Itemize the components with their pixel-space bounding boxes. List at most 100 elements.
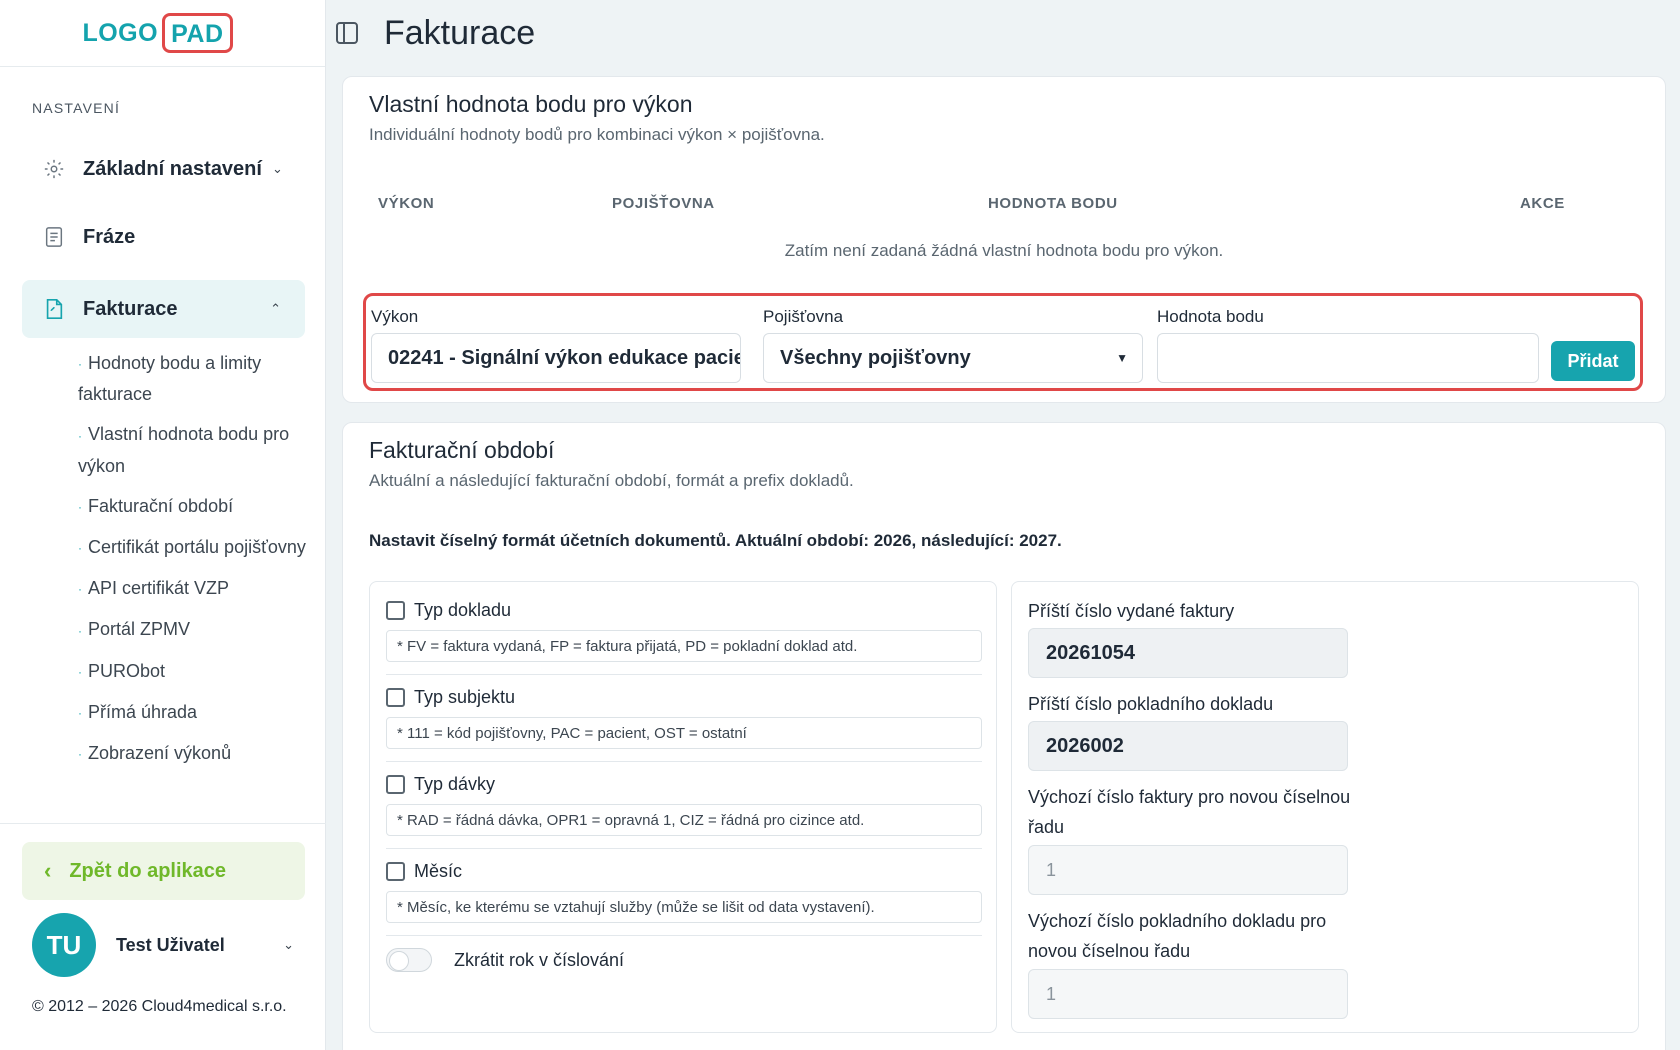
invoice-icon (42, 297, 66, 321)
column-header-hodnota: HODNOTA BODU (988, 195, 1118, 212)
doc-type-hint: * FV = faktura vydaná, FP = faktura přij… (386, 630, 982, 662)
batch-type-hint: * RAD = řádná dávka, OPR1 = opravná 1, C… (386, 804, 982, 836)
back-to-app-label: Zpět do aplikace (69, 859, 227, 882)
sidebar-divider (0, 823, 326, 824)
submenu-item-api-cert[interactable]: · API certifikát VZP (78, 573, 308, 604)
card-subtitle: Individuální hodnoty bodů pro kombinaci … (369, 125, 825, 144)
submenu-item-direct-payment[interactable]: · Přímá úhrada (78, 697, 308, 728)
shorten-year-label: Zkrátit rok v číslování (454, 949, 625, 970)
batch-type-label: Typ dávky (414, 773, 496, 794)
option-doc-type: Typ dokladu * FV = faktura vydaná, FP = … (386, 596, 982, 675)
sidebar: LOGO PAD NASTAVENÍ Základní nastavení ⌄ … (0, 0, 326, 1050)
add-button[interactable]: Přidat (1551, 341, 1635, 381)
bullet-icon: · (78, 357, 82, 372)
shorten-year-toggle[interactable] (386, 948, 432, 972)
vykon-label: Výkon (371, 307, 419, 326)
submenu-item-point-values[interactable]: · Hodnoty bodu a limity fakturace (78, 348, 308, 409)
copyright: © 2012 – 2026 Cloud4medical s.r.o. (32, 998, 287, 1015)
shorten-year-toggle-row[interactable]: Zkrátit rok v číslování (386, 948, 624, 972)
bullet-icon: · (78, 428, 82, 443)
submenu-item-purobot[interactable]: · PURObot (78, 656, 308, 687)
number-settings-box: Příští číslo vydané faktury 20261054 Pří… (1011, 581, 1639, 1033)
sidebar-item-label: Základní nastavení (83, 157, 262, 180)
gear-icon (42, 157, 66, 181)
sidebar-item-label: Fakturace (83, 297, 178, 320)
caret-down-icon: ▼ (1116, 351, 1128, 365)
sidebar-toggle-icon[interactable] (336, 22, 358, 44)
month-checkbox-row[interactable]: Měsíc (386, 857, 982, 885)
logo-area: LOGO PAD (0, 0, 325, 67)
default-cash-label: Výchozí číslo pokladního dokladu pro nov… (1028, 911, 1327, 961)
month-label: Měsíc (414, 860, 463, 881)
divider (386, 935, 982, 936)
avatar: TU (32, 913, 96, 977)
pojistovna-select[interactable]: Všechny pojišťovny ▼ (763, 333, 1143, 383)
doc-type-checkbox[interactable] (386, 600, 405, 620)
submenu-item-custom-point[interactable]: · Vlastní hodnota bodu pro výkon (78, 419, 308, 480)
bullet-icon: · (78, 664, 82, 679)
default-cash-field[interactable]: 1 (1028, 969, 1348, 1019)
bullet-icon: · (78, 541, 82, 555)
vykon-select[interactable]: 02241 - Signální výkon edukace pacienta (371, 333, 741, 383)
card-subtitle: Aktuální a následující fakturační období… (369, 471, 854, 490)
batch-type-checkbox[interactable] (386, 774, 405, 794)
logo[interactable]: LOGO PAD (82, 13, 233, 53)
next-invoice-label: Příští číslo vydané faktury (1028, 601, 1235, 621)
sidebar-item-billing[interactable]: Fakturace ⌃ (22, 280, 305, 338)
submenu-item-portal-zpmv[interactable]: · Portál ZPMV (78, 614, 308, 645)
next-cash-field[interactable]: 2026002 (1028, 721, 1348, 771)
column-header-pojistovna: POJIŠŤOVNA (612, 195, 715, 212)
arrow-left-icon: ‹ (44, 858, 52, 883)
next-cash-label: Příští číslo pokladního dokladu (1028, 694, 1274, 714)
bullet-icon: · (78, 706, 82, 720)
user-menu[interactable]: TU Test Uživatel ⌄ (32, 913, 300, 977)
sidebar-section-label: NASTAVENÍ (32, 100, 121, 116)
logo-badge: PAD (162, 13, 233, 53)
pojistovna-label: Pojišťovna (763, 307, 844, 326)
column-header-akce: AKCE (1520, 195, 1565, 212)
option-month: Měsíc * Měsíc, ke kterému se vztahují sl… (386, 857, 982, 936)
chevron-down-icon: ⌄ (283, 937, 294, 952)
bullet-icon: · (78, 582, 82, 597)
card-title: Vlastní hodnota bodu pro výkon (369, 91, 693, 117)
back-to-app-button[interactable]: ‹ Zpět do aplikace (22, 842, 305, 900)
option-subject-type: Typ subjektu * 111 = kód pojišťovny, PAC… (386, 683, 982, 762)
subject-type-hint: * 111 = kód pojišťovny, PAC = pacient, O… (386, 717, 982, 749)
card-title: Fakturační období (369, 437, 555, 463)
chevron-up-icon: ⌃ (270, 301, 281, 316)
billing-submenu: · Hodnoty bodu a limity fakturace · Vlastn… (78, 348, 308, 779)
doc-type-checkbox-row[interactable]: Typ dokladu (386, 596, 982, 624)
subject-type-label: Typ subjektu (414, 686, 516, 707)
divider (386, 848, 982, 849)
custom-point-card: Vlastní hodnota bodu pro výkon Individuá… (342, 76, 1666, 403)
vykon-select-value: 02241 - Signální výkon edukace pacienta (388, 346, 741, 369)
sidebar-item-label: Fráze (83, 225, 136, 248)
column-header-vykon: VÝKON (378, 195, 435, 212)
pojistovna-select-value: Všechny pojišťovny (780, 346, 971, 369)
bullet-icon: · (78, 747, 82, 762)
subject-type-checkbox[interactable] (386, 687, 405, 707)
sidebar-item-phrases[interactable]: Fráze (22, 208, 305, 266)
page-title: Fakturace (384, 14, 536, 52)
subject-type-checkbox-row[interactable]: Typ subjektu (386, 683, 982, 711)
submenu-item-billing-period[interactable]: · Fakturační období (78, 491, 308, 522)
document-icon (42, 225, 66, 249)
logo-text: LOGO (82, 18, 159, 47)
bullet-icon: · (78, 623, 82, 638)
doc-type-label: Typ dokladu (414, 599, 512, 620)
hodnota-input[interactable] (1157, 333, 1539, 383)
divider (386, 761, 982, 762)
default-invoice-field[interactable]: 1 (1028, 845, 1348, 895)
next-invoice-field[interactable]: 20261054 (1028, 628, 1348, 678)
format-description: Nastavit číselný formát účetních dokumen… (369, 531, 1062, 550)
empty-table-message: Zatím není zadaná žádná vlastní hodnota … (784, 241, 1224, 260)
submenu-item-procedure-display[interactable]: · Zobrazení výkonů (78, 738, 308, 769)
month-checkbox[interactable] (386, 861, 405, 881)
sidebar-item-basic-settings[interactable]: Základní nastavení ⌄ (22, 140, 305, 198)
format-options-box: Typ dokladu * FV = faktura vydaná, FP = … (369, 581, 997, 1033)
submenu-item-portal-cert[interactable]: · Certifikát portálu pojišťovny (78, 532, 308, 563)
bullet-icon: · (78, 499, 82, 514)
month-hint: * Měsíc, ke kterému se vztahují služby (… (386, 891, 982, 923)
batch-type-checkbox-row[interactable]: Typ dávky (386, 770, 982, 798)
hodnota-label: Hodnota bodu (1157, 307, 1264, 326)
